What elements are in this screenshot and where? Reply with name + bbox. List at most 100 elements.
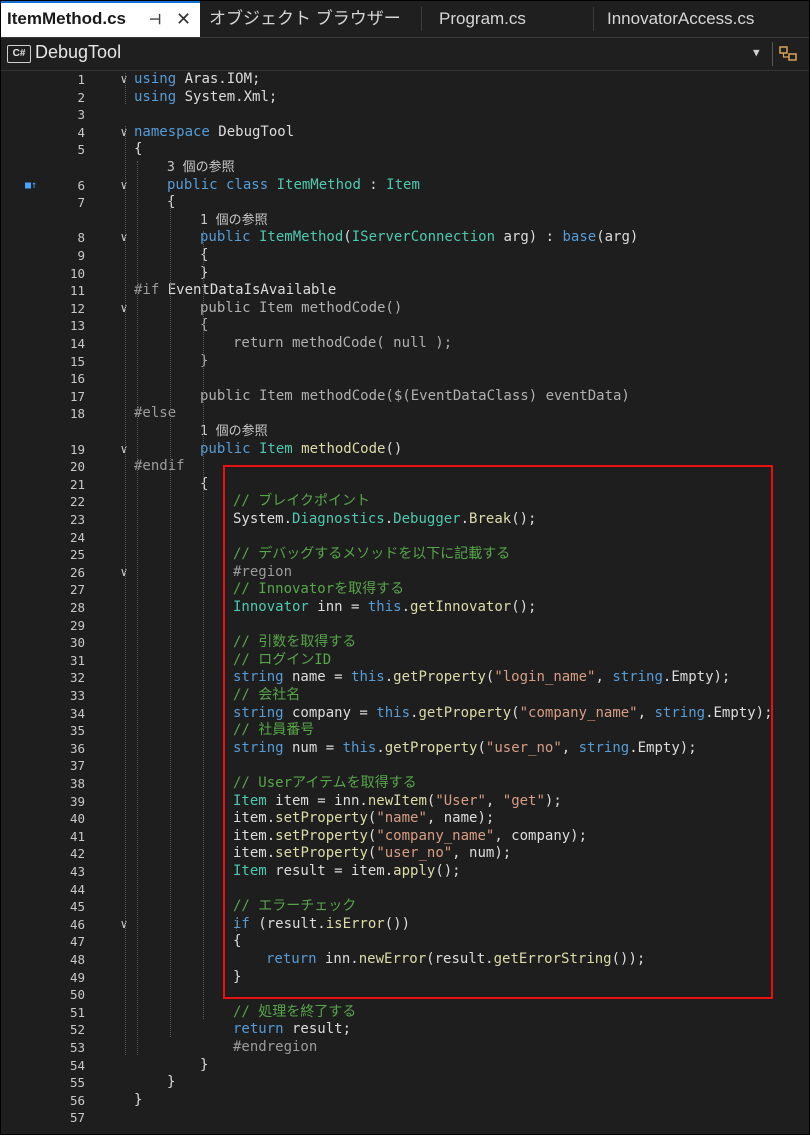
line-number: 38 — [69, 776, 85, 791]
line-number: 13 — [69, 318, 85, 334]
code-token: System.Xml; — [176, 88, 278, 105]
fold-chevron-icon[interactable]: ∨ — [117, 229, 131, 247]
code-token: () — [385, 440, 403, 457]
fold-chevron-icon[interactable]: ∨ — [117, 441, 131, 459]
fold-chevron-icon[interactable]: ∨ — [117, 916, 131, 934]
indent-guide — [203, 231, 204, 1020]
document-tab-strip: ItemMethod.cs ⊣ ✕ オブジェクト ブラウザー Program.c… — [1, 1, 809, 38]
navigation-bar: C# DebugTool ▼ — [1, 38, 809, 71]
code-token: public — [200, 229, 251, 246]
code-line: // 処理を終了する — [233, 1004, 356, 1022]
code-line: { — [200, 476, 208, 494]
line-number: 45 — [69, 899, 85, 915]
line-number: 7 — [77, 195, 85, 211]
code-token: ( — [343, 229, 352, 246]
fold-chevron-icon[interactable]: ∨ — [117, 124, 131, 142]
code-line: { — [200, 247, 208, 265]
reference-count-lens[interactable]: 3 個の参照 — [167, 159, 235, 177]
indent-guide — [125, 73, 126, 105]
code-token: } — [200, 264, 209, 281]
line-number: 3 — [77, 107, 85, 123]
reference-count-lens[interactable]: 1 個の参照 — [200, 423, 268, 441]
tab-label: InnovatorAccess.cs — [607, 9, 755, 28]
code-line: } — [167, 1074, 175, 1092]
line-number: 14 — [69, 336, 85, 351]
line-number: 12 — [69, 300, 85, 316]
line-number: 46 — [69, 916, 85, 932]
line-number: 35 — [69, 723, 85, 739]
tab-object-browser[interactable]: オブジェクト ブラウザー — [205, 1, 405, 37]
code-token: result; — [283, 1021, 352, 1038]
reference-count-lens[interactable]: 1 個の参照 — [200, 212, 268, 230]
indent-guide — [170, 196, 171, 1037]
line-number: 39 — [69, 793, 85, 809]
line-number: 56 — [69, 1092, 85, 1108]
code-line: namespace DebugTool — [134, 124, 294, 142]
code-token: arg) : — [495, 229, 563, 246]
tab-itemmethod-cs[interactable]: ItemMethod.cs ⊣ ✕ — [1, 1, 200, 37]
pin-icon[interactable]: ⊣ — [149, 3, 161, 35]
nav-divider — [772, 42, 773, 66]
chevron-down-icon[interactable]: ▼ — [753, 46, 760, 59]
line-number: 9 — [77, 248, 85, 263]
line-number: 36 — [69, 740, 85, 756]
code-token: namespace — [134, 123, 210, 140]
code-line: } — [200, 353, 208, 371]
code-token: } — [167, 1074, 176, 1091]
go-to-base-icon[interactable]: ■↑ — [25, 177, 37, 195]
code-token: public Item methodCode($(EventDataClass)… — [200, 387, 630, 404]
code-line: #endregion — [233, 1039, 317, 1057]
tab-innovatoraccess-cs[interactable]: InnovatorAccess.cs — [607, 1, 807, 37]
tab-program-cs[interactable]: Program.cs — [439, 1, 589, 37]
line-number: 52 — [69, 1022, 85, 1038]
line-number: 27 — [69, 582, 85, 598]
line-number: 42 — [69, 846, 85, 862]
code-token: return methodCode( null ); — [233, 335, 453, 351]
line-number: 21 — [69, 476, 85, 492]
line-number: 17 — [69, 388, 85, 404]
tab-divider — [593, 7, 594, 31]
tab-label: ItemMethod.cs — [7, 9, 127, 28]
fold-chevron-icon[interactable]: ∨ — [117, 71, 131, 89]
code-line: #endif — [134, 458, 185, 476]
line-number: 11 — [69, 283, 85, 299]
code-token: return — [233, 1021, 284, 1038]
code-token: (arg) — [596, 229, 639, 246]
fold-chevron-icon[interactable]: ∨ — [117, 300, 131, 318]
code-line: public ItemMethod(IServerConnection arg)… — [200, 229, 638, 247]
line-number: 33 — [69, 688, 85, 703]
code-token: 1 個の参照 — [200, 424, 268, 439]
line-number: 26 — [69, 564, 85, 580]
line-number: 48 — [69, 952, 85, 967]
line-number: 28 — [69, 600, 85, 615]
code-line: { — [200, 317, 208, 335]
editor-window: ItemMethod.cs ⊣ ✕ オブジェクト ブラウザー Program.c… — [0, 0, 810, 1135]
code-token: Aras.IOM; — [176, 71, 261, 87]
line-number: 19 — [69, 441, 85, 457]
code-token: using — [134, 71, 177, 87]
code-token: public — [200, 440, 251, 457]
class-member-icon[interactable] — [777, 44, 799, 64]
line-number: 23 — [69, 512, 85, 527]
line-number: 18 — [69, 406, 85, 422]
code-token: ItemMethod — [268, 176, 361, 193]
line-number: 16 — [69, 371, 85, 387]
line-number: 15 — [69, 353, 85, 369]
line-number: 47 — [69, 934, 85, 950]
code-token: IServerConnection — [351, 229, 496, 246]
close-icon[interactable]: ✕ — [176, 3, 191, 35]
csharp-project-icon: C# — [7, 45, 31, 63]
code-token: 1 個の参照 — [200, 212, 268, 228]
fold-chevron-icon[interactable]: ∨ — [117, 177, 131, 195]
code-line: public Item methodCode() — [200, 300, 402, 318]
indent-guide — [125, 125, 126, 1055]
line-number: 29 — [69, 617, 85, 633]
code-line: { — [134, 141, 142, 159]
line-number: 6 — [77, 177, 85, 193]
line-number: 49 — [69, 969, 85, 985]
code-token: #endif — [134, 458, 185, 475]
fold-chevron-icon[interactable]: ∨ — [117, 564, 131, 582]
code-token: EventDataIsAvailable — [167, 282, 337, 299]
code-token: { — [200, 247, 209, 263]
line-number: 57 — [69, 1110, 85, 1126]
